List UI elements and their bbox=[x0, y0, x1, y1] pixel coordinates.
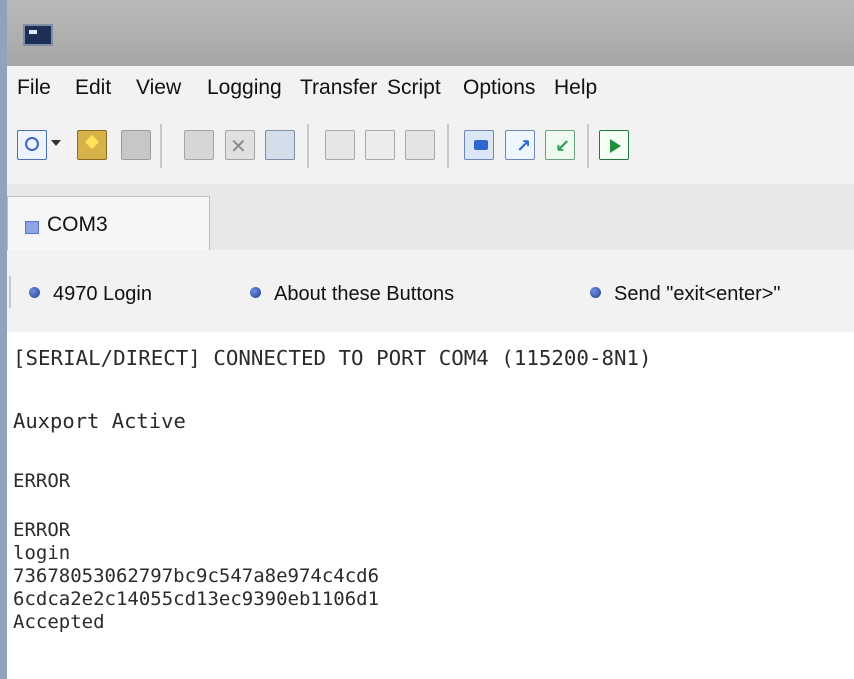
copy-icon[interactable] bbox=[325, 130, 355, 160]
reconnect-icon[interactable] bbox=[184, 130, 214, 160]
bullet-icon bbox=[590, 287, 601, 298]
disconnect-icon[interactable]: ✕ bbox=[225, 130, 255, 160]
connect-icon[interactable] bbox=[17, 130, 47, 160]
toolbar: ✕ ↗ ↙ bbox=[7, 110, 854, 185]
menu-transfer[interactable]: Transfer bbox=[300, 76, 377, 100]
paste-icon[interactable] bbox=[365, 130, 395, 160]
run-script-icon[interactable] bbox=[599, 130, 629, 160]
terminal-line: ERROR bbox=[13, 519, 71, 541]
terminal-output[interactable]: [SERIAL/DIRECT] CONNECTED TO PORT COM4 (… bbox=[7, 332, 854, 679]
toolbar-separator bbox=[307, 124, 309, 168]
menu-script[interactable]: Script bbox=[387, 76, 441, 100]
button-about-these-buttons[interactable]: About these Buttons bbox=[250, 283, 454, 306]
send-file-icon[interactable]: ↗ bbox=[505, 130, 535, 160]
quick-connect-icon[interactable] bbox=[77, 130, 107, 160]
receive-file-icon[interactable]: ↙ bbox=[545, 130, 575, 160]
terminal-line: login bbox=[13, 542, 71, 564]
connect-in-tab-icon[interactable] bbox=[121, 130, 151, 160]
toolbar-separator bbox=[447, 124, 449, 168]
toolbar-separator bbox=[160, 124, 162, 168]
terminal-line: Accepted bbox=[13, 611, 105, 633]
menu-bar: File Edit View Logging Transfer Script O… bbox=[7, 66, 854, 110]
menu-logging[interactable]: Logging bbox=[207, 76, 282, 100]
session-options-icon[interactable] bbox=[265, 130, 295, 160]
menu-options[interactable]: Options bbox=[463, 76, 535, 100]
menu-view[interactable]: View bbox=[136, 76, 181, 100]
dropdown-arrow-icon[interactable] bbox=[51, 140, 63, 150]
toolbar-separator bbox=[587, 124, 589, 168]
button-label: 4970 Login bbox=[53, 283, 152, 305]
transfer-icon[interactable] bbox=[464, 130, 494, 160]
terminal-line: Auxport Active bbox=[13, 409, 186, 433]
tab-label: COM3 bbox=[47, 213, 108, 236]
button-label: Send "exit<enter>" bbox=[614, 283, 781, 305]
session-tab-strip: COM3 bbox=[7, 184, 854, 251]
terminal-line: 6cdca2e2c14055cd13ec9390eb1106d1 bbox=[13, 588, 380, 610]
print-icon[interactable] bbox=[405, 130, 435, 160]
title-bar[interactable] bbox=[7, 0, 854, 66]
app-window: File Edit View Logging Transfer Script O… bbox=[0, 0, 854, 679]
terminal-line: ERROR bbox=[13, 470, 71, 492]
menu-file[interactable]: File bbox=[17, 76, 51, 100]
tab-com3[interactable]: COM3 bbox=[7, 196, 210, 250]
button-bar: 4970 Login About these Buttons Send "exi… bbox=[7, 250, 854, 333]
menu-help[interactable]: Help bbox=[554, 76, 597, 100]
window-border bbox=[0, 0, 7, 679]
terminal-line: 73678053062797bc9c547a8e974c4cd6 bbox=[13, 565, 380, 587]
menu-edit[interactable]: Edit bbox=[75, 76, 111, 100]
session-tab-icon bbox=[25, 221, 39, 234]
terminal-line: [SERIAL/DIRECT] CONNECTED TO PORT COM4 (… bbox=[13, 346, 652, 370]
button-4970-login[interactable]: 4970 Login bbox=[29, 283, 152, 306]
bullet-icon bbox=[250, 287, 261, 298]
button-bar-separator bbox=[9, 276, 11, 308]
bullet-icon bbox=[29, 287, 40, 298]
terminal-app-icon[interactable] bbox=[23, 24, 53, 46]
button-send-exit[interactable]: Send "exit<enter>" bbox=[590, 283, 781, 306]
button-label: About these Buttons bbox=[274, 283, 455, 305]
